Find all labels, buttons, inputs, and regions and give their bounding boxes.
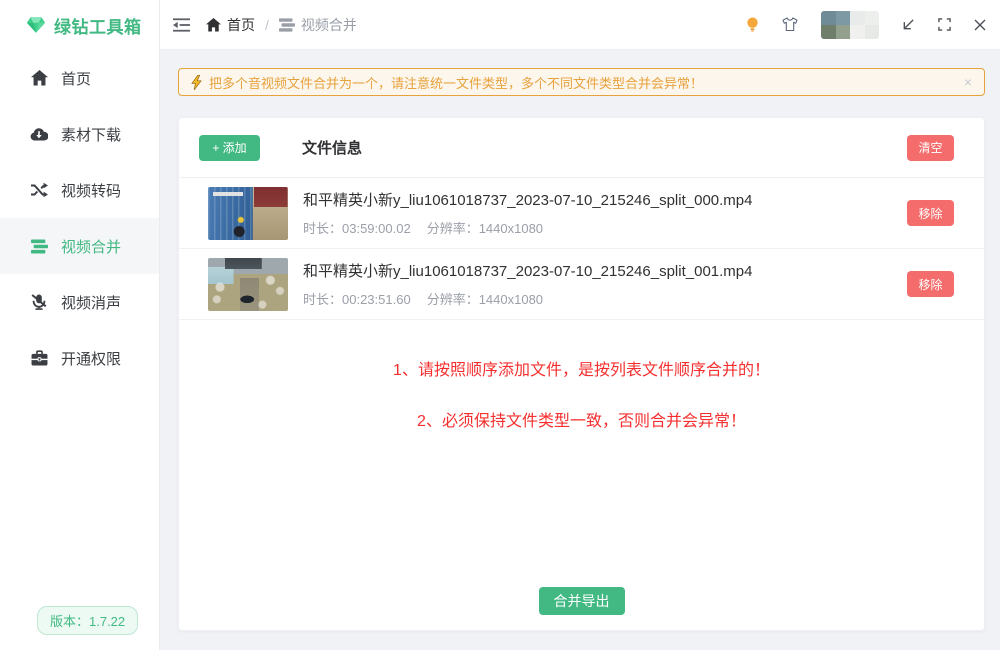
panel-title: 文件信息 [302,137,362,158]
avatar-cell [821,11,836,25]
lightning-bolt-icon [191,75,202,90]
briefcase-icon [30,349,48,367]
shuffle-icon [30,181,48,199]
sidebar-item-video-transcode[interactable]: 视频转码 [0,162,159,218]
lightbulb-icon[interactable] [746,17,759,32]
avatar-cell [850,11,865,25]
video-thumbnail [208,258,288,311]
avatar-cell [850,25,865,39]
file-name: 和平精英小新y_liu1061018737_2023-07-10_215246_… [303,189,752,210]
close-icon[interactable] [974,19,986,31]
warning-alert: 把多个音视频文件合并为一个，请注意统一文件类型，多个不同文件类型合并会异常！ × [178,68,985,96]
sidebar-item-label: 视频转码 [61,180,121,201]
merge-icon [30,237,48,255]
video-thumbnail [208,187,288,240]
note-line: 2、必须保持文件类型一致，否则合并会异常！ [179,407,984,431]
panel-toolbar: + 添加 文件信息 清空 [179,118,984,177]
breadcrumb-home[interactable]: 首页 [206,15,255,35]
shirt-theme-icon[interactable] [782,17,798,32]
avatar-cell [836,25,851,39]
sidebar-item-label: 视频消声 [61,292,121,313]
export-area: 合并导出 [179,587,984,615]
avatar-cell [836,11,851,25]
sidebar-nav: 首页 素材下载 [0,50,159,386]
sidebar-item-video-merge[interactable]: 视频合并 [0,218,159,274]
app-title: 绿钻工具箱 [54,13,142,38]
file-duration: 时长：03:59:00.02 [303,218,411,237]
file-meta: 时长：03:59:00.02 分辨率：1440x1080 [303,218,752,237]
file-resolution: 分辨率：1440x1080 [427,218,543,237]
mic-mute-icon [30,293,48,311]
merge-panel: + 添加 文件信息 清空 和平精英小新y_liu1061018737_2023-… [178,117,985,631]
alert-text: 把多个音视频文件合并为一个，请注意统一文件类型，多个不同文件类型合并会异常！ [209,73,703,92]
breadcrumb-current-label: 视频合并 [301,15,357,35]
sidebar-item-permissions[interactable]: 开通权限 [0,330,159,386]
breadcrumb-home-label: 首页 [227,15,255,35]
breadcrumb: 首页 / 视频合并 [206,15,357,35]
breadcrumb-separator: / [265,17,269,33]
alert-close-icon[interactable]: × [964,75,972,89]
add-file-button[interactable]: + 添加 [199,135,260,161]
file-duration: 时长：00:23:51.60 [303,289,411,308]
file-list: 和平精英小新y_liu1061018737_2023-07-10_215246_… [179,177,984,320]
breadcrumb-current: 视频合并 [279,15,357,35]
topbar: 首页 / 视频合并 [160,0,1000,50]
home-icon [206,18,221,32]
sidebar: 绿钻工具箱 首页 素材下载 [0,0,160,650]
cloud-download-icon [30,125,48,143]
sidebar-item-label: 开通权限 [61,348,121,369]
sidebar-item-label: 素材下载 [61,124,121,145]
sidebar-item-label: 首页 [61,68,91,89]
sidebar-item-home[interactable]: 首页 [0,50,159,106]
minimize-corner-icon[interactable] [902,18,915,31]
fullscreen-icon[interactable] [938,18,951,31]
sidebar-item-material-download[interactable]: 素材下载 [0,106,159,162]
sidebar-fold-icon[interactable] [173,18,190,32]
instruction-notes: 1、请按照顺序添加文件，是按列表文件顺序合并的！ 2、必须保持文件类型一致，否则… [179,356,984,431]
file-row: 和平精英小新y_liu1061018737_2023-07-10_215246_… [179,177,984,248]
topbar-actions [746,11,986,39]
avatar-cell [865,11,880,25]
app-logo: 绿钻工具箱 [0,0,159,50]
home-icon [30,69,48,87]
clear-all-button[interactable]: 清空 [907,135,954,161]
remove-file-button[interactable]: 移除 [907,200,954,226]
file-info: 和平精英小新y_liu1061018737_2023-07-10_215246_… [303,260,752,308]
main-content: 把多个音视频文件合并为一个，请注意统一文件类型，多个不同文件类型合并会异常！ ×… [160,50,1000,650]
note-line: 1、请按照顺序添加文件，是按列表文件顺序合并的！ [179,356,984,380]
remove-file-button[interactable]: 移除 [907,271,954,297]
version-badge: 版本：1.7.22 [37,606,138,635]
gem-icon [26,16,46,34]
file-resolution: 分辨率：1440x1080 [427,289,543,308]
file-row: 和平精英小新y_liu1061018737_2023-07-10_215246_… [179,248,984,319]
file-info: 和平精英小新y_liu1061018737_2023-07-10_215246_… [303,189,752,237]
user-avatar[interactable] [821,11,879,39]
file-name: 和平精英小新y_liu1061018737_2023-07-10_215246_… [303,260,752,281]
file-meta: 时长：00:23:51.60 分辨率：1440x1080 [303,289,752,308]
merge-export-button[interactable]: 合并导出 [539,587,625,615]
avatar-cell [821,25,836,39]
avatar-cell [865,25,880,39]
sidebar-item-video-mute[interactable]: 视频消声 [0,274,159,330]
merge-icon [279,18,295,32]
sidebar-item-label: 视频合并 [61,236,121,257]
